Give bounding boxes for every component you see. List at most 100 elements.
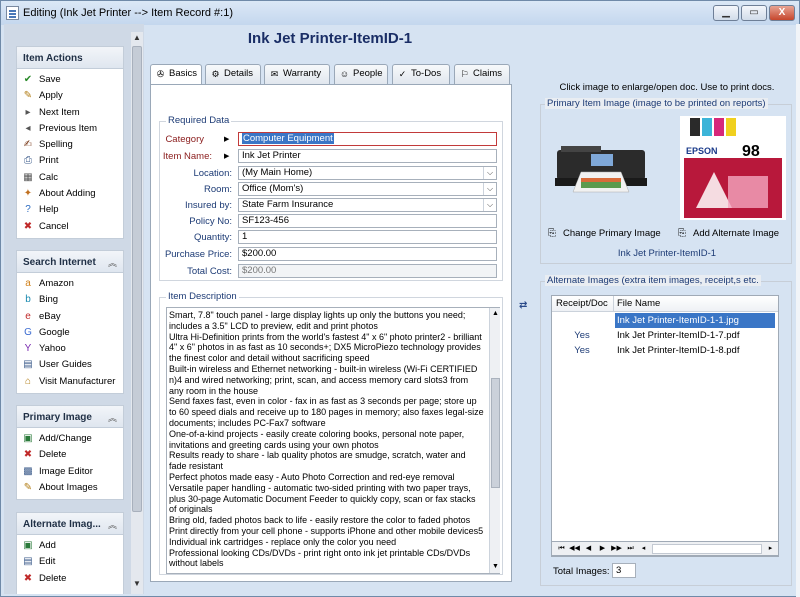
splitter-handle-icon[interactable]: ⇄ [519,300,527,311]
grid-horizontal-scroll[interactable] [652,544,762,554]
spelling-icon: ✍ [23,139,33,151]
primary-image-about-images[interactable]: ✎ About Images [17,480,123,496]
primary-image-panel: Primary Image ︽ ▣ Add/Change ✖ Delete ▩ Image … [16,405,124,501]
scroll-thumb[interactable] [491,378,500,488]
primary-image-delete[interactable]: ✖ Delete [17,447,123,463]
table-row[interactable]: Ink Jet Printer-ItemID-1-1.jpg [552,313,778,328]
col-receipt-doc[interactable]: Receipt/Doc [556,298,608,309]
ink-cartridge-image[interactable]: EPSON 98 [680,116,786,220]
about-adding-icon: ✦ [23,188,33,200]
collapse-chevron-icon[interactable]: ︽ [108,411,117,424]
sidebar-item-spelling[interactable]: ✍ Spelling [17,137,123,153]
total-images-label: Total Images: [553,566,610,577]
table-row[interactable]: Yes Ink Jet Printer-ItemID-1-8.pdf [552,343,778,358]
last-record-icon[interactable]: ⏭ [625,543,636,554]
search-internet-header[interactable]: Search Internet ︽ [17,251,123,273]
insured-by-select[interactable]: State Farm Insurance ⌵ [238,198,497,212]
room-select[interactable]: Office (Mom's) ⌵ [238,182,497,196]
user-guides-icon: ▤ [23,359,33,371]
close-button[interactable]: X [769,5,795,21]
quantity-field[interactable]: 1 [238,230,497,244]
policy-no-field[interactable]: SF123-456 [238,214,497,228]
camera-icon: ⎘ [678,228,686,239]
add-alternate-image-button[interactable]: ⎘ Add Alternate Image [675,228,779,240]
item-actions-panel: Item Actions ✔ Save ✎ Apply ▸ Next Item ◂ Previ… [16,46,124,239]
sidebar-item-label: Bing [39,294,59,306]
sidebar-item-label: Google [39,326,70,338]
tab-todos[interactable]: ✓ To-Dos [392,64,450,84]
search-link-amazon[interactable]: a Amazon [17,276,123,292]
item-description-textarea[interactable]: Smart, 7.8" touch panel - large display … [166,307,500,574]
sidebar-item-print[interactable]: ⎙ Print [17,153,123,169]
page-title: Ink Jet Printer-ItemID-1 [247,30,413,47]
search-link-ebay[interactable]: e eBay [17,309,123,325]
sidebar-item-previous-item[interactable]: ◂ Previous Item [17,121,123,137]
scroll-up-icon[interactable]: ▲ [131,32,143,44]
item-name-field[interactable]: Ink Jet Printer [238,149,497,163]
next-page-icon[interactable]: ▶▶ [611,543,622,554]
sidebar-scrollbar[interactable]: ▲ ▼ [131,32,143,594]
google-icon: G [24,326,32,338]
alternate-image-edit[interactable]: ▤ Edit [17,554,123,570]
scroll-left-icon[interactable]: ◂ [638,543,649,554]
sidebar-item-cancel[interactable]: ✖ Cancel [17,219,123,235]
search-link-bing[interactable]: b Bing [17,292,123,308]
sidebar-item-apply[interactable]: ✎ Apply [17,88,123,104]
tab-details[interactable]: ⚙ Details [205,64,261,84]
minimize-button[interactable]: ▁ [713,5,739,21]
alternate-images-header[interactable]: Alternate Imag... ︽ [17,513,123,535]
sidebar-item-calc[interactable]: ▦ Calc [17,170,123,186]
prev-page-icon[interactable]: ◀◀ [569,543,580,554]
sidebar-item-label: Help [39,204,59,216]
alternate-image-delete[interactable]: ✖ Delete [17,571,123,587]
collapse-chevron-icon[interactable]: ︽ [108,256,117,269]
chevron-down-icon[interactable]: ⌵ [483,167,496,179]
search-link-visit-manufacturer[interactable]: ⌂ Visit Manufacturer [17,374,123,390]
chevron-down-icon[interactable]: ⌵ [483,199,496,211]
primary-image-caption: Ink Jet Printer-ItemID-1 [617,248,717,259]
next-record-icon[interactable]: ▶ [597,543,608,554]
col-file-name[interactable]: File Name [617,298,660,309]
search-link-yahoo[interactable]: Y Yahoo [17,341,123,357]
required-arrow-icon: ▶ [224,136,230,143]
scroll-right-icon[interactable]: ▸ [765,543,776,554]
collapse-chevron-icon[interactable]: ︽ [108,518,117,531]
prev-record-icon[interactable]: ◀ [583,543,594,554]
sidebar-item-about-adding[interactable]: ✦ About Adding [17,186,123,202]
tab-warranty[interactable]: ✉ Warranty [264,64,330,84]
purchase-price-field[interactable]: $200.00 [238,247,497,261]
total-cost-label: Total Cost: [187,266,232,277]
sidebar-item-next-item[interactable]: ▸ Next Item [17,105,123,121]
purchase-price-label: Purchase Price: [164,249,232,260]
change-primary-image-button[interactable]: ⎘ Change Primary Image [545,228,661,240]
scroll-thumb[interactable] [132,46,142,512]
alternate-images-grid[interactable]: Receipt/Doc File Name Ink Jet Printer-It… [551,295,779,557]
primary-image-header[interactable]: Primary Image ︽ [17,406,123,428]
category-field[interactable]: Computer Equipment [238,132,497,146]
scroll-down-icon[interactable]: ▼ [490,561,501,572]
sidebar-item-label: Delete [39,572,67,584]
sidebar-item-label: Image Editor [39,465,93,477]
description-scrollbar[interactable]: ▲ ▼ [489,308,500,573]
table-row[interactable]: Yes Ink Jet Printer-ItemID-1-7.pdf [552,328,778,343]
tab-claims[interactable]: ⚐ Claims [454,64,510,84]
sidebar-item-save[interactable]: ✔ Save [17,72,123,88]
scroll-up-icon[interactable]: ▲ [490,308,501,319]
printer-image[interactable] [551,142,651,194]
primary-image-add-change[interactable]: ▣ Add/Change [17,431,123,447]
alternate-image-add[interactable]: ▣ Add [17,538,123,554]
primary-image-image-editor[interactable]: ▩ Image Editor [17,464,123,480]
maximize-button[interactable]: ▭ [741,5,767,21]
location-select[interactable]: (My Main Home) ⌵ [238,166,497,180]
search-link-user-guides[interactable]: ▤ User Guides [17,357,123,373]
tab-basics[interactable]: ✇ Basics [150,64,202,85]
chevron-down-icon[interactable]: ⌵ [483,183,496,195]
search-link-google[interactable]: G Google [17,325,123,341]
sidebar-item-help[interactable]: ? Help [17,202,123,218]
sidebar-item-label: Apply [39,90,63,102]
title-bar[interactable]: Editing (Ink Jet Printer --> Item Record… [1,1,799,25]
tab-people[interactable]: ☺ People [334,64,388,84]
scroll-down-icon[interactable]: ▼ [131,578,143,590]
save-icon: ✔ [23,74,33,85]
first-record-icon[interactable]: ⏮ [556,543,567,554]
